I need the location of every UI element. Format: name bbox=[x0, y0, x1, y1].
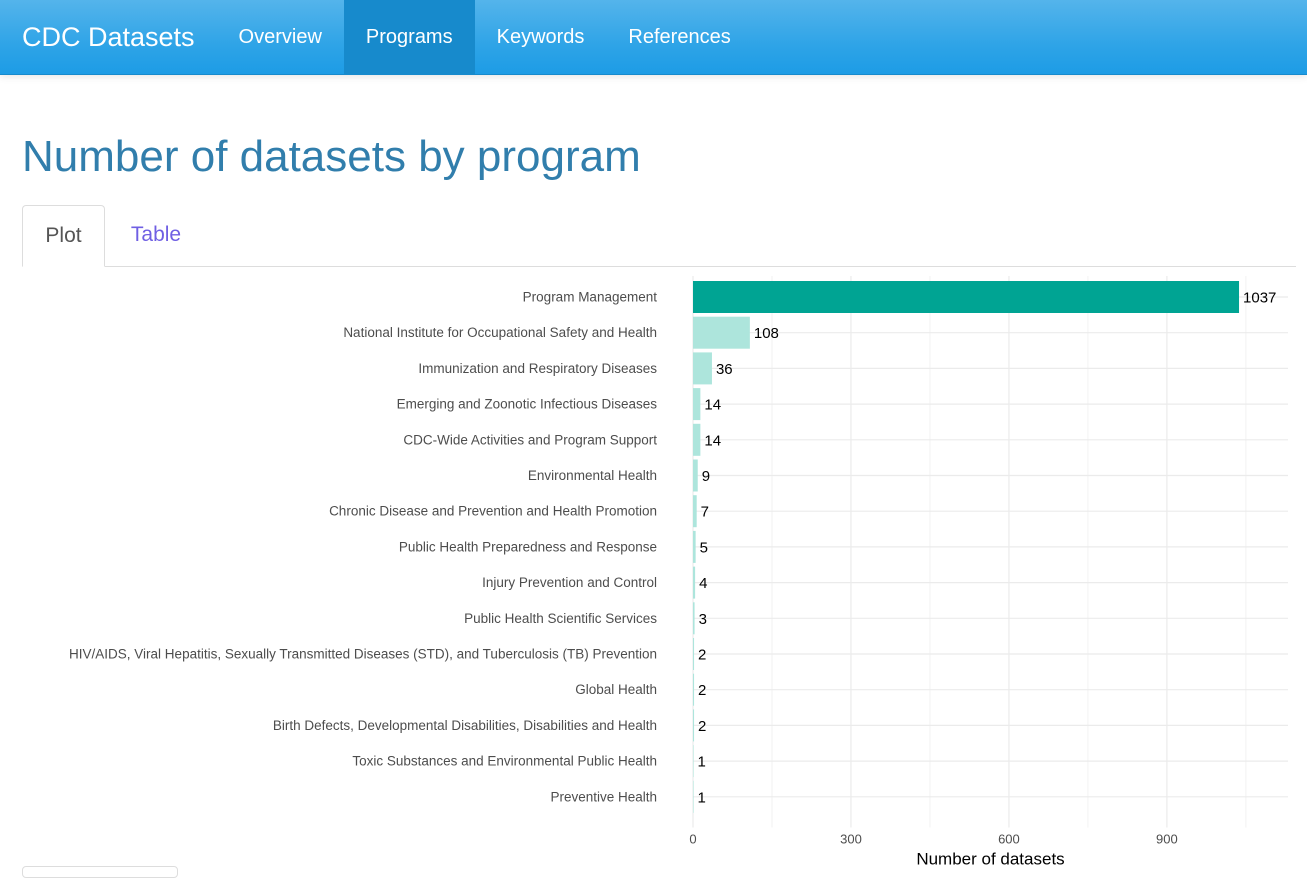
bar bbox=[693, 709, 695, 742]
category-label: Chronic Disease and Prevention and Healt… bbox=[329, 504, 657, 519]
category-label: Program Management bbox=[523, 290, 658, 305]
page-title: Number of datasets by program bbox=[22, 132, 641, 181]
category-label: Public Health Preparedness and Response bbox=[399, 539, 657, 554]
category-label: Global Health bbox=[575, 682, 657, 697]
bar bbox=[693, 281, 1240, 313]
data-label: 5 bbox=[700, 539, 708, 556]
data-label: 9 bbox=[702, 468, 710, 485]
category-label: Environmental Health bbox=[528, 468, 657, 483]
bar bbox=[693, 459, 698, 492]
data-label: 1 bbox=[698, 789, 706, 806]
data-label: 2 bbox=[698, 718, 706, 735]
data-label: 36 bbox=[716, 361, 733, 378]
x-tick-label: 0 bbox=[689, 832, 696, 847]
bar bbox=[693, 780, 694, 813]
bar-chart: Program Management 1037National Institute… bbox=[69, 276, 1288, 867]
data-label: 4 bbox=[699, 575, 707, 592]
category-label: Injury Prevention and Control bbox=[482, 575, 657, 590]
bar bbox=[693, 388, 701, 421]
category-label: HIV/AIDS, Viral Hepatitis, Sexually Tran… bbox=[69, 647, 657, 662]
data-label: 1 bbox=[698, 754, 706, 771]
data-label: 2 bbox=[698, 682, 706, 699]
category-label: Emerging and Zoonotic Infectious Disease… bbox=[397, 397, 658, 412]
category-label: National Institute for Occupational Safe… bbox=[343, 325, 657, 340]
bar bbox=[693, 316, 750, 349]
category-label: Public Health Scientific Services bbox=[464, 611, 657, 626]
bar bbox=[693, 352, 712, 385]
data-label: 14 bbox=[704, 397, 721, 414]
bar bbox=[693, 495, 697, 528]
category-label: CDC-Wide Activities and Program Support bbox=[403, 432, 657, 447]
bar bbox=[693, 423, 701, 456]
tab-bar: Plot Table bbox=[22, 205, 1296, 267]
bar bbox=[693, 745, 694, 778]
nav-programs[interactable]: Programs bbox=[343, 0, 475, 74]
category-label: Immunization and Respiratory Diseases bbox=[418, 361, 657, 376]
bar bbox=[693, 673, 695, 706]
data-label: 2 bbox=[698, 647, 706, 664]
nav-overview[interactable]: Overview bbox=[217, 0, 344, 74]
nav-references[interactable]: References bbox=[606, 0, 752, 74]
tab-plot[interactable]: Plot bbox=[22, 205, 105, 267]
bar bbox=[693, 530, 696, 563]
category-label: Toxic Substances and Environmental Publi… bbox=[352, 754, 657, 769]
category-label: Birth Defects, Developmental Disabilitie… bbox=[273, 718, 657, 733]
data-label: 7 bbox=[701, 504, 709, 521]
bar bbox=[693, 566, 696, 599]
data-label: 14 bbox=[704, 432, 721, 449]
x-tick-label: 300 bbox=[840, 832, 862, 847]
x-tick-label: 600 bbox=[998, 832, 1020, 847]
navbar: CDC Datasets Overview Programs Keywords … bbox=[0, 0, 1307, 75]
data-label: 108 bbox=[754, 325, 779, 342]
category-label: Preventive Health bbox=[550, 789, 657, 804]
x-axis-title: Number of datasets bbox=[916, 850, 1064, 867]
bar bbox=[693, 638, 695, 670]
x-tick-label: 900 bbox=[1156, 832, 1178, 847]
tab-table[interactable]: Table bbox=[110, 205, 202, 267]
data-label: 3 bbox=[699, 611, 707, 628]
data-label: 1037 bbox=[1243, 290, 1276, 307]
table-panel-edge bbox=[22, 866, 178, 878]
brand-link[interactable]: CDC Datasets bbox=[0, 0, 217, 74]
bar bbox=[693, 602, 695, 635]
nav-keywords[interactable]: Keywords bbox=[475, 0, 607, 74]
